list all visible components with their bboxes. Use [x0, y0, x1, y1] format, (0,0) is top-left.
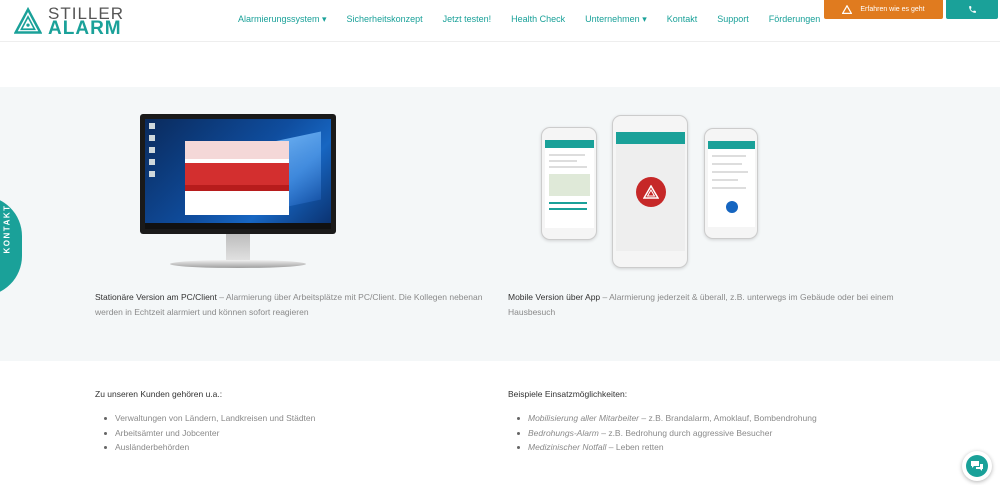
customers-title: Zu unseren Kunden gehören u.a.: — [95, 389, 223, 399]
alarm-app-window — [185, 141, 289, 215]
list-item: Mobilisierung aller Mitarbeiter – z.B. B… — [508, 411, 817, 426]
nav-unternehmen[interactable]: Unternehmen ▾ — [575, 14, 657, 25]
monitor-base — [170, 260, 306, 268]
phone-left-image — [541, 127, 597, 240]
map-thumbnail — [549, 174, 590, 196]
desktop-icons — [149, 123, 155, 183]
use-case-name: Mobilisierung aller Mitarbeiter — [528, 413, 640, 423]
use-case-name: Medizinischer Notfall — [528, 442, 607, 452]
nav-foerderungen[interactable]: Förderungen — [759, 14, 831, 25]
phone-button[interactable] — [946, 0, 998, 19]
nav-jetzt-testen[interactable]: Jetzt testen! — [433, 14, 502, 25]
nav-alarmierungssystem[interactable]: Alarmierungssystem ▾ — [228, 14, 337, 25]
alarm-triangle-icon — [842, 5, 853, 14]
nav-support[interactable]: Support — [707, 14, 759, 25]
site-header: STILLER ALARM Alarmierungssystem ▾ Siche… — [0, 0, 1000, 42]
phone-middle-image — [612, 115, 688, 268]
main-nav: Alarmierungssystem ▾ Sicherheitskonzept … — [228, 14, 830, 25]
logo-triangle-icon — [14, 6, 43, 34]
chat-widget-button[interactable] — [962, 451, 992, 481]
list-item: Verwaltungen von Ländern, Landkreisen un… — [95, 411, 315, 426]
learn-how-label: Erfahren wie es geht — [860, 6, 925, 13]
desktop-version-caption: Stationäre Version am PC/Client – Alarmi… — [95, 290, 495, 320]
use-cases-list: Beispiele Einsatzmöglichkeiten: Mobilisi… — [508, 389, 817, 455]
monitor-stand — [226, 234, 250, 260]
alarm-button-circle — [636, 177, 666, 207]
logo[interactable]: STILLER ALARM — [14, 3, 124, 39]
alarm-triangle-icon — [643, 185, 659, 199]
kontakt-side-tab-label[interactable]: KONTAKT — [3, 204, 12, 253]
desktop-version-title: Stationäre Version am PC/Client — [95, 292, 217, 302]
nav-kontakt[interactable]: Kontakt — [657, 14, 708, 25]
desktop-monitor-image — [140, 114, 336, 234]
use-case-detail: – z.B. Bedrohung durch aggressive Besuch… — [598, 427, 773, 438]
use-case-detail: – z.B. Brandalarm, Amoklauf, Bombendrohu… — [639, 413, 817, 423]
list-item: Bedrohungs-Alarm – z.B. Bedrohung durch … — [508, 426, 817, 441]
chat-bubbles-icon — [971, 461, 983, 471]
list-item: Ausländerbehörden — [95, 440, 315, 455]
use-case-detail: – Leben retten — [606, 442, 664, 452]
nav-sicherheitskonzept[interactable]: Sicherheitskonzept — [337, 14, 433, 25]
phone-right-image — [704, 128, 758, 239]
phone-icon — [968, 6, 976, 13]
use-cases-title: Beispiele Einsatzmöglichkeiten: — [508, 389, 628, 399]
learn-how-button[interactable]: Erfahren wie es geht — [824, 0, 943, 19]
mobile-version-title: Mobile Version über App — [508, 292, 601, 302]
nav-health-check[interactable]: Health Check — [501, 14, 575, 25]
list-item: Medizinischer Notfall – Leben retten — [508, 440, 817, 455]
logo-text-alarm: ALARM — [48, 18, 122, 39]
customers-list: Zu unseren Kunden gehören u.a.: Verwaltu… — [95, 389, 315, 455]
mobile-version-caption: Mobile Version über App – Alarmierung je… — [508, 290, 908, 320]
blue-alarm-circle — [726, 201, 738, 213]
use-case-name: Bedrohungs-Alarm — [528, 427, 599, 438]
list-item: Arbeitsämter und Jobcenter — [95, 426, 315, 441]
taskbar — [145, 223, 331, 229]
monitor-screen — [145, 119, 331, 229]
